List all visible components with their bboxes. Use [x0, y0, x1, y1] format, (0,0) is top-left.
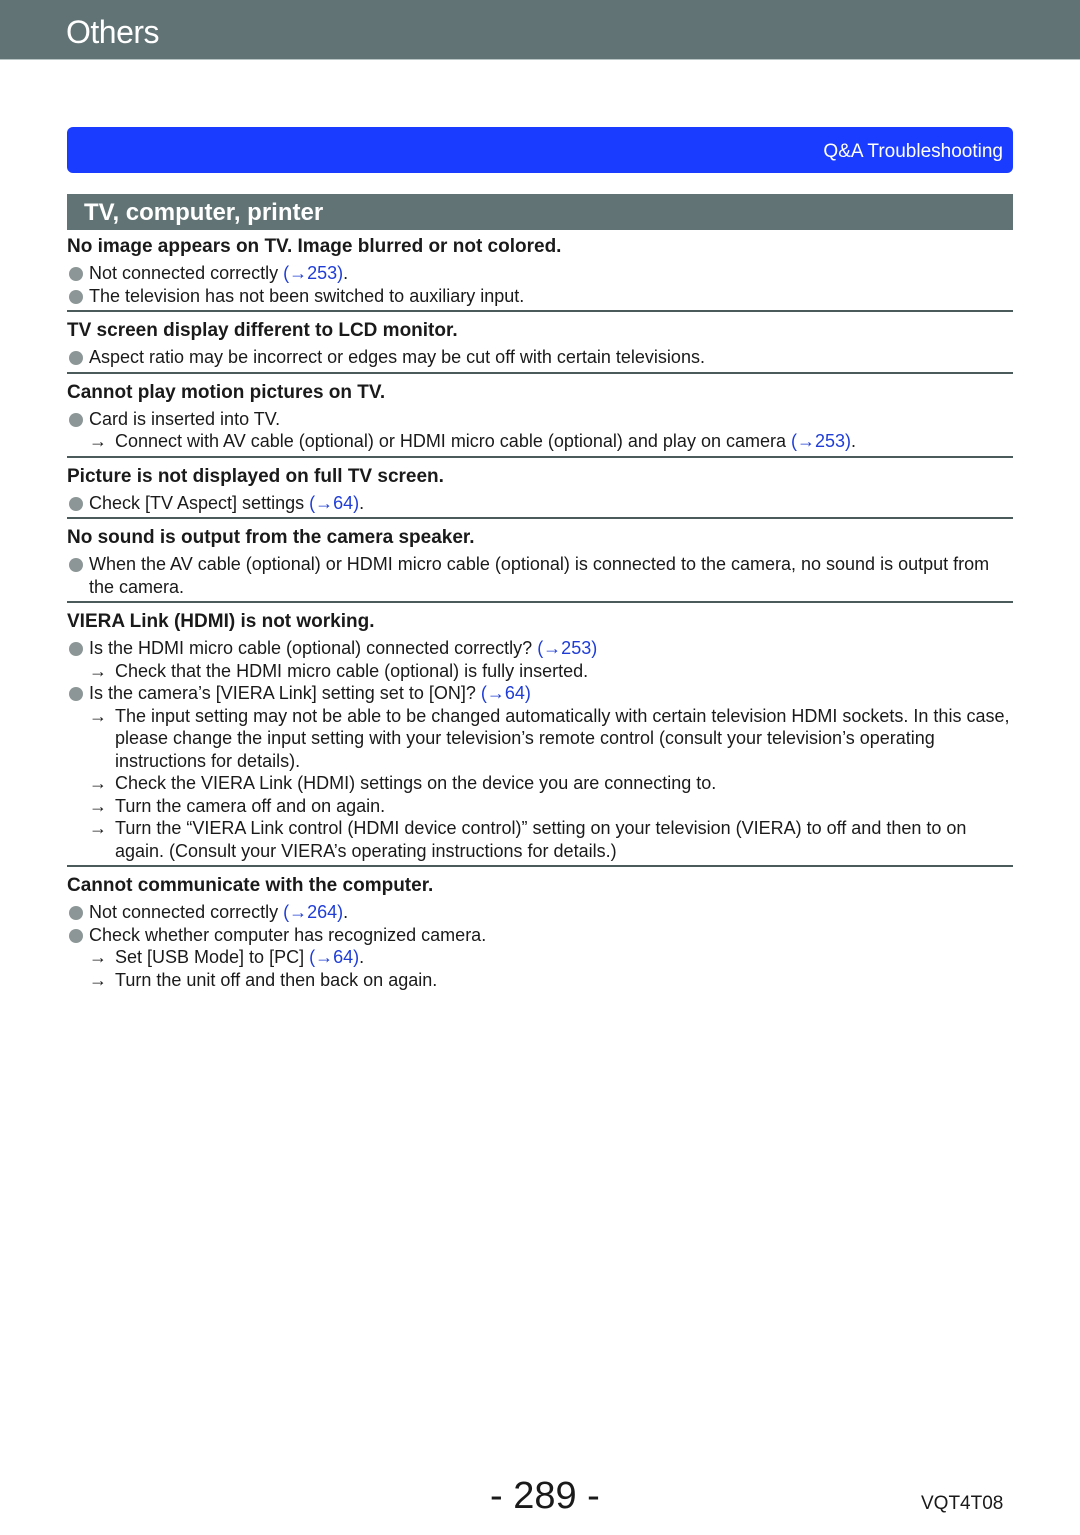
arrow-right-icon: → [89, 705, 107, 726]
answer-bullet: Not connected correctly (→264). [67, 901, 1013, 924]
page-number: - 289 - [490, 1475, 600, 1517]
qa-question: Picture is not displayed on full TV scre… [67, 465, 444, 487]
arrow-right-icon: → [89, 660, 107, 681]
punctuation: . [343, 902, 349, 922]
arrow-right-icon: → [89, 795, 107, 816]
answer-bullet: Aspect ratio may be incorrect or edges m… [67, 346, 1013, 369]
qa-troubleshooting-banner: Q&A Troubleshooting [67, 127, 1013, 173]
arrow-right-icon: → [89, 818, 107, 838]
qa-item: No sound is output from the camera speak… [67, 525, 1013, 603]
punctuation: . [851, 431, 857, 451]
bullet-dot-icon [69, 558, 83, 572]
answer-action: → Connect with AV cable (optional) or HDM… [67, 430, 1013, 453]
answer-text: Set [USB Mode] to [PC] [115, 947, 310, 967]
section-title: TV, computer, printer [84, 199, 324, 226]
qa-question: VIERA Link (HDMI) is not working. [67, 611, 375, 632]
bullet-dot-icon [69, 289, 83, 304]
bullet-dot-icon [69, 906, 83, 920]
bullet-dot-icon [69, 642, 83, 656]
qa-item: VIERA Link (HDMI) is not working. Is the … [67, 609, 1013, 867]
qa-item: Cannot play motion pictures on TV. Card i… [67, 380, 1013, 458]
answer-text: Connect with AV cable (optional) or HDMI… [115, 431, 791, 451]
punctuation: . [343, 263, 349, 283]
bullet-dot-icon [69, 412, 83, 427]
page-reference-link[interactable]: (→64) [309, 947, 359, 967]
page-reference-link[interactable]: (→253) [283, 263, 343, 283]
chapter-title: Others [66, 14, 160, 50]
document-code: VQT4T08 [921, 1493, 1004, 1514]
page-reference-link[interactable]: (→64) [309, 493, 359, 513]
answer-text: Card is inserted into TV. [89, 408, 281, 429]
bullet-dot-icon [69, 351, 83, 365]
answer-text: Check whether computer has recognized ca… [89, 924, 487, 945]
qa-item: Cannot communicate with the computer. Not… [67, 873, 1013, 994]
answer-text: Turn the “VIERA Link control (HDMI devic… [115, 818, 967, 861]
bullet-dot-icon [69, 496, 83, 511]
page-reference-link[interactable]: (→64) [481, 683, 531, 703]
answer-bullet: Is the HDMI micro cable (optional) conne… [67, 637, 1013, 660]
answer-text: Not connected correctly [89, 902, 284, 922]
arrow-right-icon: → [89, 947, 107, 967]
banner-label: Q&A Troubleshooting [823, 141, 1003, 162]
punctuation: . [359, 947, 365, 967]
qa-item: No image appears on TV. Image blurred or… [67, 234, 1013, 312]
answer-text: The input setting may not be able to be … [115, 705, 1010, 771]
qa-list: No image appears on TV. Image blurred or… [67, 234, 1013, 1000]
qa-question: TV screen display different to LCD monit… [67, 320, 458, 341]
answer-text: Check that the HDMI micro cable (optiona… [115, 660, 589, 681]
chapter-header: Others [0, 0, 1080, 60]
answer-text: Check [TV Aspect] settings [89, 492, 310, 513]
answer-text: Is the camera’s [VIERA Link] setting set… [89, 683, 481, 703]
answer-bullet: Card is inserted into TV. [67, 408, 1013, 431]
bullet-dot-icon [69, 267, 83, 281]
answer-bullet: When the AV cable (optional) or HDMI mic… [67, 553, 1013, 598]
answer-text: Not connected correctly [89, 263, 284, 283]
qa-question: No image appears on TV. Image blurred or… [67, 236, 562, 257]
arrow-right-icon: → [89, 969, 107, 990]
page-reference-link[interactable]: (→253) [537, 638, 597, 658]
section-header: TV, computer, printer [67, 194, 1013, 230]
answer-action: → Turn the camera off and on again. [67, 795, 1013, 818]
answer-action: → Check the VIERA Link (HDMI) settings on… [67, 772, 1013, 795]
qa-item: Picture is not displayed on full TV scre… [67, 464, 1013, 519]
answer-bullet: Not connected correctly (→253). [67, 262, 1013, 285]
answer-text: Aspect ratio may be incorrect or edges m… [89, 347, 705, 367]
answer-bullet: Check [TV Aspect] settings (→64). [67, 492, 1013, 515]
qa-question: Cannot play motion pictures on TV. [67, 381, 386, 403]
answer-text: Turn the camera off and on again. [115, 795, 386, 816]
answer-text: The television has not been switched to … [89, 285, 525, 306]
answer-bullet: Check whether computer has recognized ca… [67, 924, 1013, 947]
answer-action: → Check that the HDMI micro cable (option… [67, 660, 1013, 683]
answer-bullet: The television has not been switched to … [67, 285, 1013, 308]
answer-action: → The input setting may not be able to be… [67, 705, 1013, 773]
answer-action: → Set [USB Mode] to [PC] (→64). [67, 946, 1013, 969]
arrow-right-icon: → [89, 431, 107, 451]
answer-text: Turn the unit off and then back on again… [115, 969, 438, 990]
qa-question: No sound is output from the camera speak… [67, 527, 475, 548]
answer-bullet: Is the camera’s [VIERA Link] setting set… [67, 682, 1013, 705]
bullet-dot-icon [69, 687, 83, 701]
answer-action: → Turn the unit off and then back on agai… [67, 969, 1013, 992]
arrow-right-icon: → [89, 773, 107, 793]
page-reference-link[interactable]: (→253) [791, 431, 851, 451]
bullet-dot-icon [69, 928, 83, 943]
qa-item: TV screen display different to LCD monit… [67, 318, 1013, 374]
answer-text: Check the VIERA Link (HDMI) settings on … [115, 773, 717, 793]
answer-text: Is the HDMI micro cable (optional) conne… [89, 638, 538, 658]
answer-action: → Turn the “VIERA Link control (HDMI devi… [67, 817, 1013, 862]
punctuation: . [359, 492, 365, 513]
qa-question: Cannot communicate with the computer. [67, 875, 434, 896]
page-reference-link[interactable]: (→264) [283, 902, 343, 922]
answer-text: When the AV cable (optional) or HDMI mic… [89, 554, 990, 597]
